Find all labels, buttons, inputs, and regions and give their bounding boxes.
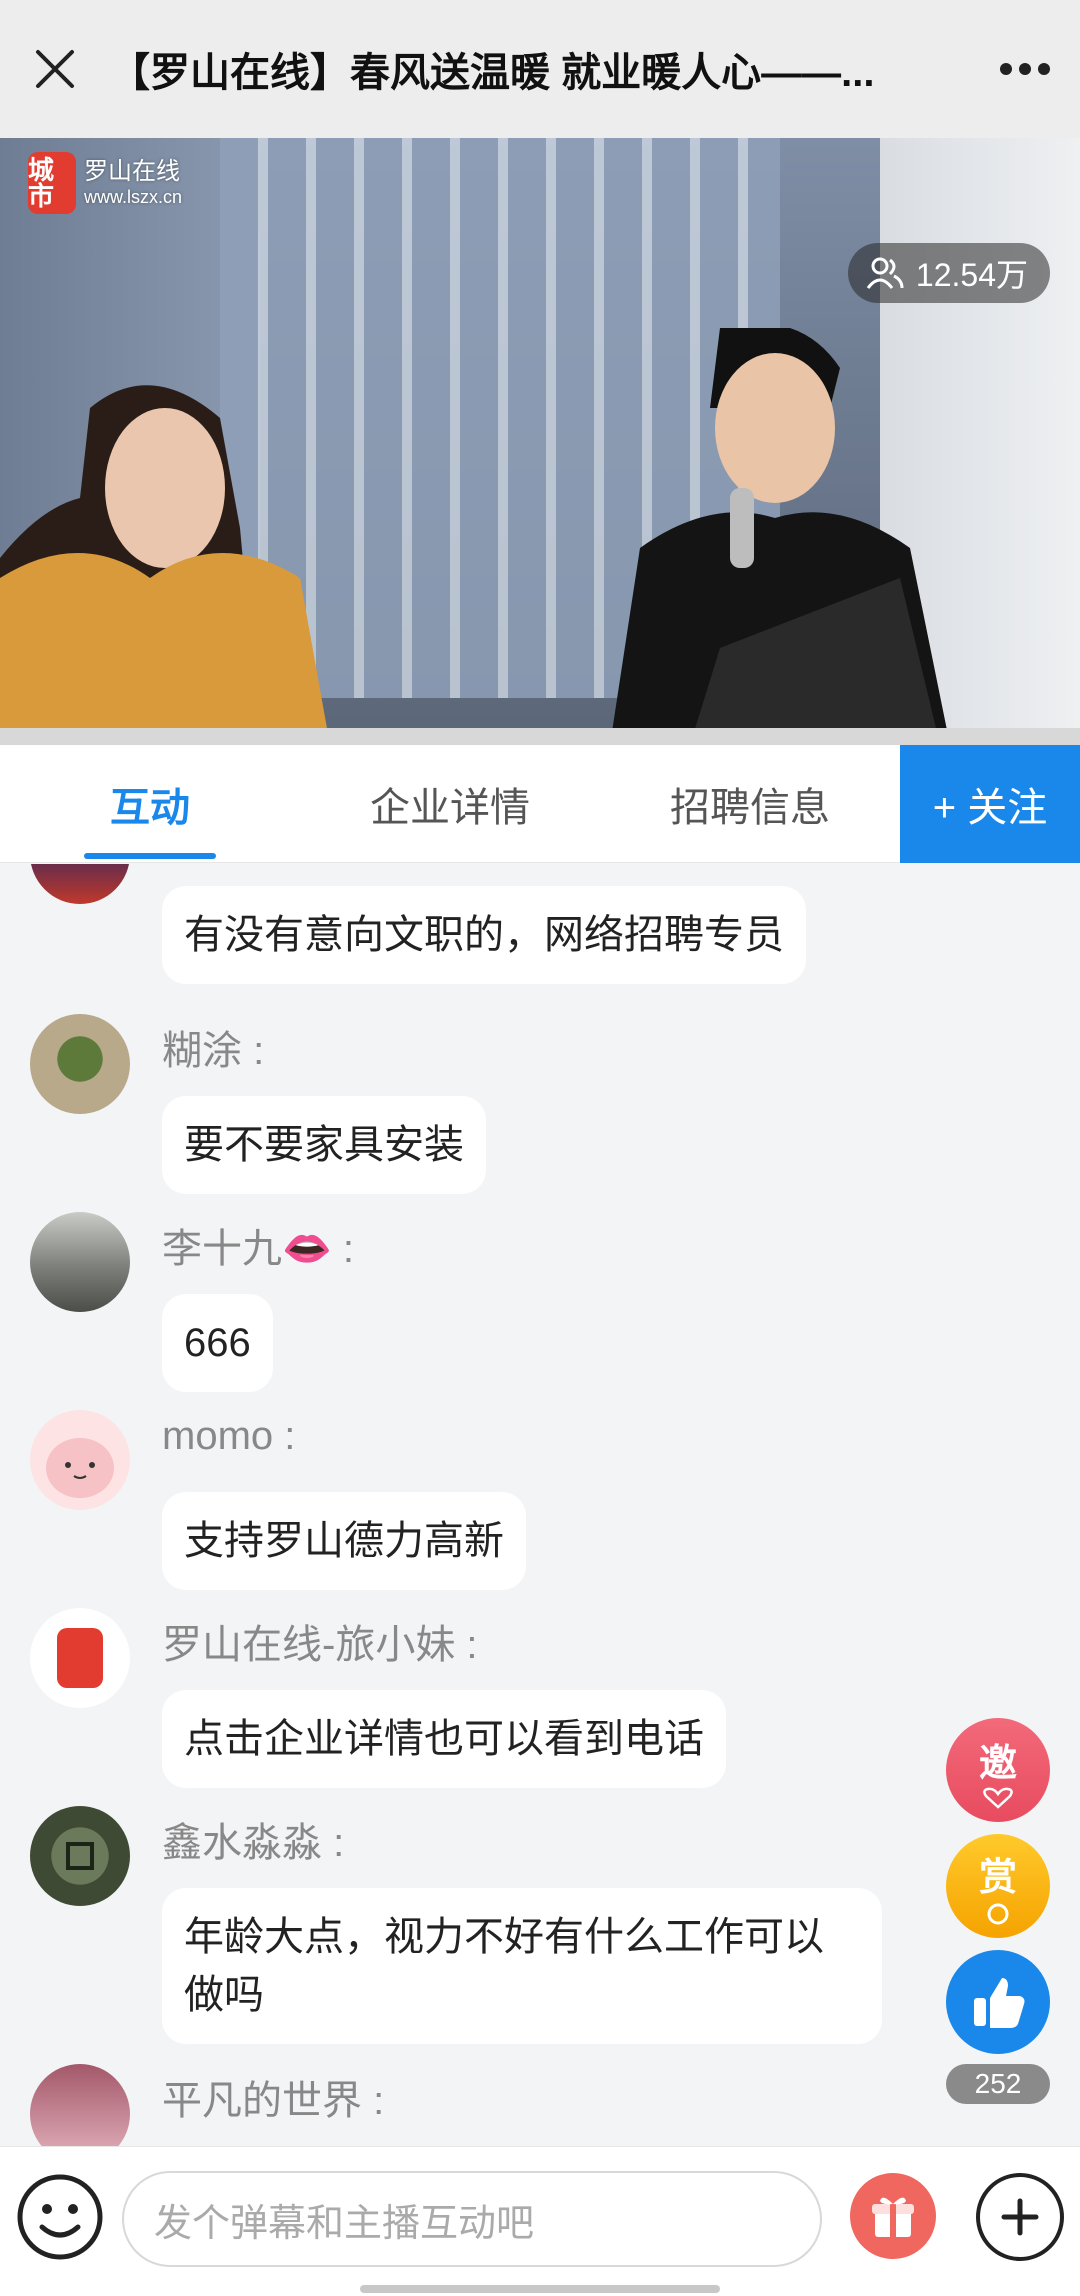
message-text: 点击企业详情也可以看到电话 bbox=[162, 1690, 726, 1788]
home-indicator[interactable] bbox=[360, 2285, 720, 2293]
thumbs-up-icon bbox=[974, 1978, 1025, 2028]
user-avatar[interactable] bbox=[30, 1608, 130, 1708]
bottom-bar: 发个弹幕和主播互动吧 bbox=[0, 2146, 1080, 2296]
user-avatar[interactable] bbox=[30, 1806, 130, 1906]
tab-job-info[interactable]: 招聘信息 bbox=[600, 745, 900, 863]
user-name: momo : bbox=[162, 1414, 296, 1458]
chat-list[interactable]: 有没有意向文职的，网络招聘专员 糊涂 : 要不要家具安装 李十九👄 : 666 … bbox=[0, 864, 1080, 2146]
coin-avatar-icon bbox=[66, 1842, 94, 1870]
cartoon-avatar-icon bbox=[46, 1438, 114, 1498]
channel-logo: 城市 罗山在线 www.lszx.cn bbox=[28, 152, 182, 214]
gift-icon bbox=[872, 2197, 914, 2237]
top-bar: 【罗山在线】春风送温暖 就业暖人心——... bbox=[0, 0, 1080, 138]
user-avatar[interactable] bbox=[30, 1410, 130, 1510]
user-name: 平凡的世界 : bbox=[162, 2079, 385, 2123]
viewer-count: 12.54万 bbox=[915, 257, 1028, 293]
message-text: 666 bbox=[162, 1294, 273, 1392]
like-button[interactable] bbox=[946, 1950, 1050, 2054]
emoji-button[interactable] bbox=[14, 2171, 106, 2263]
reward-button[interactable]: 赏 bbox=[946, 1834, 1050, 1938]
like-count: 252 bbox=[946, 2064, 1050, 2104]
close-button[interactable] bbox=[0, 0, 110, 138]
page-title: 【罗山在线】春风送温暖 就业暖人心——... bbox=[110, 51, 875, 95]
coin-icon bbox=[987, 1903, 1009, 1924]
more-icon bbox=[1000, 63, 1050, 75]
tab-company-details[interactable]: 企业详情 bbox=[300, 745, 600, 863]
user-avatar[interactable] bbox=[30, 864, 130, 904]
invite-button[interactable]: 邀 bbox=[946, 1718, 1050, 1822]
more-button[interactable] bbox=[970, 0, 1080, 138]
follow-button[interactable]: + 关注 bbox=[900, 745, 1080, 863]
user-name: 糊涂 : bbox=[162, 1029, 265, 1073]
logo-text-url: www.lszx.cn bbox=[84, 186, 183, 207]
live-video-player[interactable]: 城市 罗山在线 www.lszx.cn 12.54万 bbox=[0, 138, 1080, 745]
user-avatar[interactable] bbox=[30, 1014, 130, 1114]
message-text: 支持罗山德力高新 bbox=[162, 1492, 526, 1590]
tab-bar: 互动 企业详情 招聘信息 + 关注 bbox=[0, 745, 1080, 863]
logo-text-name: 罗山在线 bbox=[84, 157, 180, 185]
danmaku-input[interactable]: 发个弹幕和主播互动吧 bbox=[122, 2171, 822, 2267]
heart-icon bbox=[983, 1787, 1013, 1809]
user-name: 李十九👄 : bbox=[162, 1227, 355, 1271]
add-button[interactable] bbox=[976, 2173, 1064, 2261]
gift-button[interactable] bbox=[850, 2173, 936, 2259]
message-text: 有没有意向文职的，网络招聘专员 bbox=[162, 886, 806, 984]
invite-label: 邀 bbox=[978, 1742, 1017, 1785]
user-name: 鑫水淼淼 : bbox=[162, 1821, 345, 1865]
user-avatar[interactable] bbox=[30, 2064, 130, 2146]
message-text: 要不要家具安装 bbox=[162, 1096, 486, 1194]
user-avatar[interactable] bbox=[30, 1212, 130, 1312]
logo-badge: 城市 bbox=[28, 152, 76, 214]
viewer-count-badge: 12.54万 bbox=[847, 243, 1050, 303]
reward-label: 赏 bbox=[978, 1856, 1017, 1899]
close-icon bbox=[36, 50, 74, 88]
video-desk bbox=[0, 728, 1080, 745]
emoji-icon bbox=[17, 2174, 103, 2260]
logo-text: 罗山在线 www.lszx.cn bbox=[84, 158, 182, 208]
people-icon bbox=[866, 257, 904, 289]
user-name: 罗山在线-旅小妹 : bbox=[162, 1623, 478, 1667]
message-text: 年龄大点，视力不好有什么工作可以做吗 bbox=[162, 1888, 882, 2044]
avatar-logo-badge bbox=[57, 1628, 103, 1688]
host-man-figure bbox=[610, 328, 950, 745]
tab-interaction[interactable]: 互动 bbox=[0, 745, 300, 863]
plus-icon bbox=[1001, 2198, 1039, 2236]
host-woman-figure bbox=[0, 385, 330, 745]
